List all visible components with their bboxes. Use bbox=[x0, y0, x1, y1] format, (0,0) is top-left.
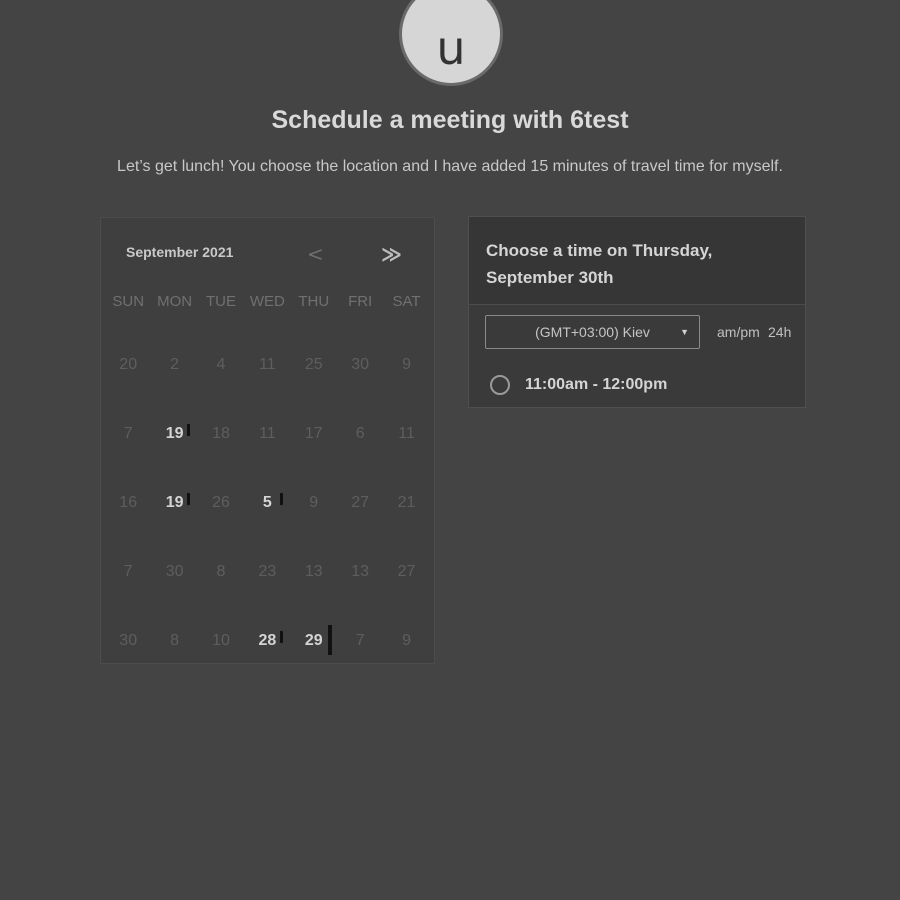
time-header-title: Choose a time on Thursday, September 30t… bbox=[486, 241, 713, 287]
caret-down-icon: ▼ bbox=[680, 327, 689, 337]
calendar-day-available[interactable]: 28 bbox=[244, 606, 290, 675]
time-slot-label: 11:00am - 12:00pm bbox=[525, 376, 668, 393]
calendar-day: 9 bbox=[402, 355, 411, 373]
calendar-day: 30 bbox=[165, 562, 184, 580]
calendar-day: 7 bbox=[355, 631, 365, 649]
calendar-day: 23 bbox=[258, 562, 277, 580]
radio-icon[interactable] bbox=[490, 375, 510, 395]
calendar-day-available[interactable]: 19 bbox=[151, 399, 197, 468]
calendar-day-selected[interactable]: 29 bbox=[291, 606, 337, 675]
avatar-letter: u bbox=[436, 21, 466, 75]
calendar-day: 17 bbox=[304, 424, 323, 442]
calendar-day: 2 bbox=[170, 355, 180, 373]
calendar-day: 9 bbox=[402, 631, 411, 649]
format-ampm-toggle[interactable]: am/pm bbox=[717, 324, 760, 340]
time-header: Choose a time on Thursday, September 30t… bbox=[469, 217, 805, 305]
month-label: September 2021 bbox=[126, 244, 234, 260]
weekday-label: WED bbox=[249, 293, 285, 310]
calendar-day: 6 bbox=[355, 424, 365, 442]
calendar-day: 20 bbox=[119, 355, 138, 373]
weekday-label: SUN bbox=[112, 293, 145, 310]
calendar-day: 25 bbox=[304, 355, 323, 373]
page-title: Schedule a meeting with 6test bbox=[271, 106, 629, 134]
weekday-label: SAT bbox=[392, 293, 421, 310]
timezone-select[interactable]: (GMT+03:00) Kiev ▼ bbox=[485, 315, 700, 349]
calendar-day-available[interactable]: 5 bbox=[244, 468, 290, 537]
calendar-day: 7 bbox=[123, 562, 133, 580]
calendar-day: 30 bbox=[351, 355, 370, 373]
weekday-label: THU bbox=[298, 293, 330, 310]
calendar-day: 27 bbox=[397, 562, 416, 580]
weekday-label: TUE bbox=[205, 293, 236, 310]
format-24h-toggle[interactable]: 24h bbox=[768, 324, 791, 340]
calendar-day: 26 bbox=[212, 493, 230, 511]
calendar-day-grid: 20 2 4 11 25 30 9 7 19 18 11 17 6 11 16 19 26 5 9 27 21 7 30 8 2… bbox=[105, 330, 430, 675]
calendar-day: 11 bbox=[259, 424, 276, 442]
calendar-card: September 2021 < ≫ SUN MON TUE WED THU F… bbox=[100, 217, 435, 664]
calendar-day: 9 bbox=[309, 493, 319, 511]
weekday-label: FRI bbox=[348, 293, 373, 310]
weekday-label: MON bbox=[157, 293, 193, 310]
calendar-day: 11 bbox=[398, 424, 415, 442]
calendar-day: 8 bbox=[170, 631, 180, 649]
calendar-day: 16 bbox=[119, 493, 138, 511]
time-selection-card: Choose a time on Thursday, September 30t… bbox=[468, 216, 806, 408]
timezone-value: (GMT+03:00) Kiev bbox=[535, 324, 650, 340]
calendar-day: 4 bbox=[216, 355, 226, 373]
event-description: Let’s get lunch! You choose the location… bbox=[117, 158, 783, 175]
calendar-day: 13 bbox=[351, 562, 370, 580]
weekday-header: SUN MON TUE WED THU FRI SAT bbox=[105, 293, 430, 310]
chevron-left-icon[interactable]: < bbox=[307, 244, 324, 264]
calendar-day-available[interactable]: 19 bbox=[151, 468, 197, 537]
calendar-day: 21 bbox=[397, 493, 416, 511]
calendar-day: 27 bbox=[351, 493, 370, 511]
time-slot[interactable]: 11:00am - 12:00pm bbox=[469, 363, 805, 407]
host-avatar: u bbox=[399, 0, 503, 86]
calendar-day: 7 bbox=[123, 424, 133, 442]
calendar-day: 10 bbox=[212, 631, 230, 649]
calendar-day: 8 bbox=[216, 562, 226, 580]
calendar-day: 18 bbox=[212, 424, 230, 442]
calendar-day: 13 bbox=[304, 562, 323, 580]
calendar-day: 11 bbox=[259, 355, 276, 373]
chevron-right-icon[interactable]: ≫ bbox=[381, 244, 402, 264]
calendar-day: 30 bbox=[119, 631, 138, 649]
